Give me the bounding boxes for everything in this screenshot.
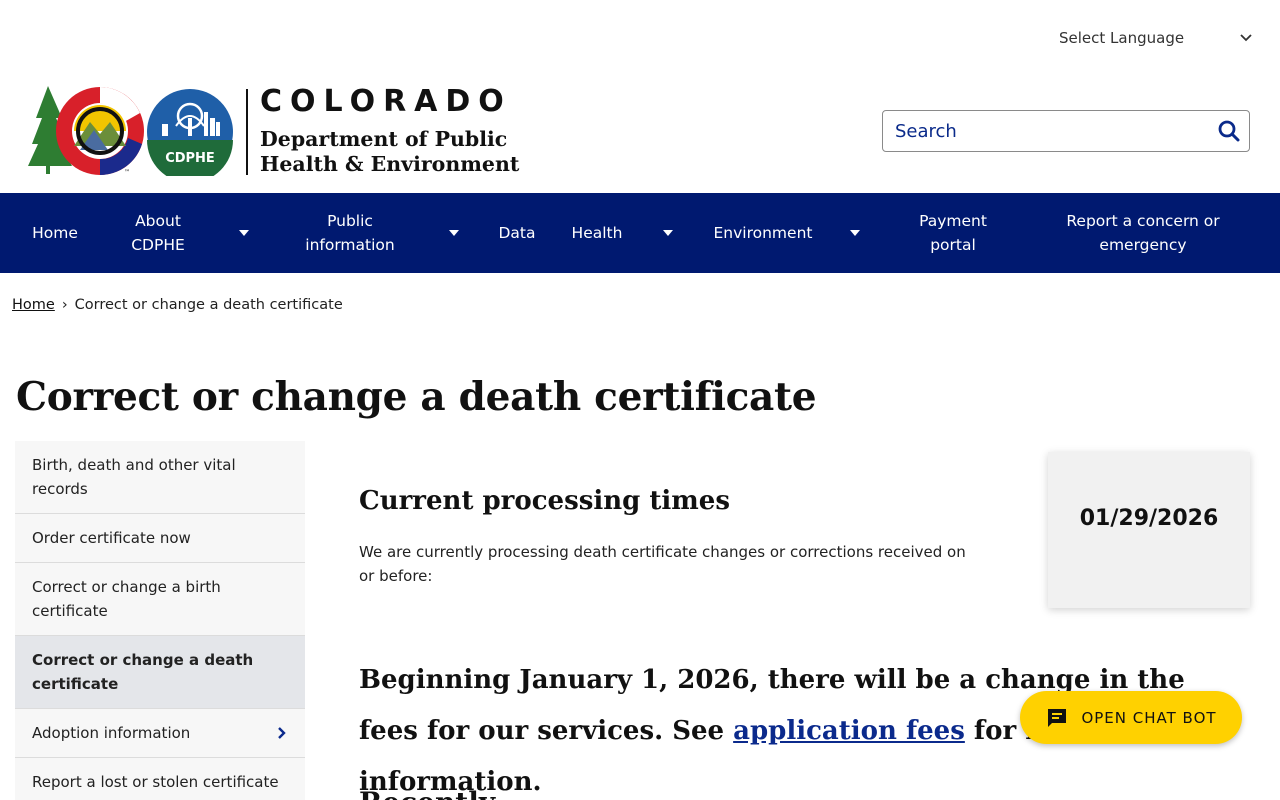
caret-down-icon[interactable] — [658, 223, 678, 243]
sidenav-item-label: Birth, death and other vital records — [32, 456, 236, 498]
next-section-heading: Recently — [359, 786, 495, 800]
site-logo[interactable]: ™ CDPHE COLORADO Department of Public He… — [28, 86, 519, 178]
caret-down-icon[interactable] — [444, 223, 464, 243]
search-input[interactable] — [895, 120, 1209, 142]
language-label: Select Language — [1059, 29, 1185, 47]
chevron-down-icon — [1239, 31, 1253, 45]
logo-dept-line2: Health & Environment — [260, 152, 520, 176]
sidenav-item-lost-certificate[interactable]: Report a lost or stolen certificate — [15, 758, 305, 800]
main-nav: Home About CDPHE Public information Data… — [0, 193, 1280, 273]
logo-state: COLORADO — [260, 84, 512, 119]
nav-home[interactable]: Home — [20, 193, 90, 273]
sidenav-item-label: Order certificate now — [32, 529, 191, 547]
sidenav-item-adoption[interactable]: Adoption information — [15, 709, 305, 758]
breadcrumb-home-link[interactable]: Home — [12, 297, 55, 313]
nav-about-cdphe[interactable]: About CDPHE — [118, 193, 198, 273]
breadcrumb-separator: › — [61, 297, 68, 313]
nav-public-information[interactable]: Public information — [296, 193, 404, 273]
nav-payment-portal[interactable]: Payment portal — [908, 193, 998, 273]
cdphe-text: CDPHE — [165, 151, 215, 166]
logo-divider — [246, 89, 248, 175]
nav-report-concern[interactable]: Report a concern or emergency — [1060, 193, 1226, 273]
open-chat-bot-button[interactable]: OPEN CHAT BOT — [1020, 691, 1242, 744]
search-icon[interactable] — [1209, 111, 1249, 151]
application-fees-link[interactable]: application fees — [733, 716, 965, 746]
processing-date-card: 01/29/2026 — [1048, 452, 1250, 608]
language-selector[interactable]: Select Language — [1059, 26, 1253, 50]
nav-health[interactable]: Health — [566, 193, 628, 273]
breadcrumb: Home › Correct or change a death certifi… — [12, 297, 343, 313]
nav-environment[interactable]: Environment — [710, 193, 816, 273]
sidenav-item-order-certificate[interactable]: Order certificate now — [15, 514, 305, 563]
chat-bot-label: OPEN CHAT BOT — [1081, 708, 1217, 727]
sidenav-item-birth-certificate[interactable]: Correct or change a birth certificate — [15, 563, 305, 636]
processing-date: 01/29/2026 — [1079, 506, 1219, 531]
breadcrumb-current: Correct or change a death certificate — [74, 297, 343, 313]
caret-down-icon[interactable] — [845, 223, 865, 243]
colorado-c-logo-icon: ™ — [28, 86, 144, 176]
caret-down-icon[interactable] — [234, 223, 254, 243]
page-title: Correct or change a death certificate — [16, 374, 817, 420]
cdphe-seal-icon: CDPHE — [147, 89, 233, 176]
sidenav-item-label: Adoption information — [32, 724, 191, 742]
sidenav-item-death-certificate[interactable]: Correct or change a death certificate — [15, 636, 305, 709]
sidenav-item-label: Report a lost or stolen certificate — [32, 773, 279, 791]
nav-data[interactable]: Data — [492, 193, 542, 273]
logo-dept-line1: Department of Public — [260, 127, 508, 151]
sidenav-item-label: Correct or change a death certificate — [32, 651, 254, 693]
processing-times-text: We are currently processing death certif… — [359, 543, 966, 585]
sidenav-item-label: Correct or change a birth certificate — [32, 578, 221, 620]
chevron-right-icon — [278, 727, 286, 739]
svg-text:™: ™ — [124, 169, 130, 176]
side-navigation: Birth, death and other vital records Ord… — [15, 441, 305, 800]
processing-times-heading: Current processing times — [359, 486, 730, 516]
search-box — [882, 110, 1250, 152]
logo-text: COLORADO Department of Public Health & E… — [260, 87, 519, 177]
chat-icon — [1048, 708, 1067, 727]
sidenav-item-vital-records[interactable]: Birth, death and other vital records — [15, 441, 305, 514]
